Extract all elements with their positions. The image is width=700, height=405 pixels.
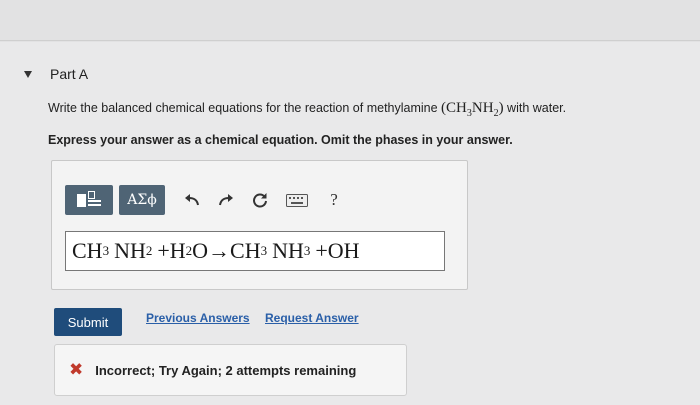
templates-button[interactable] — [65, 185, 113, 215]
collapse-caret-icon[interactable] — [24, 70, 32, 78]
question-text: Write the balanced chemical equations fo… — [48, 100, 566, 119]
equation-toolbar: ΑΣϕ ? — [65, 183, 351, 217]
formula-part: NH — [471, 100, 494, 116]
equation-text: NH — [114, 238, 146, 263]
reset-button[interactable] — [243, 185, 277, 215]
redo-icon — [219, 194, 233, 206]
equation-text: O→CH — [192, 238, 261, 263]
methylamine-formula: (CH3NH2) — [441, 100, 504, 119]
redo-button[interactable] — [209, 185, 243, 215]
top-band — [0, 0, 700, 42]
submit-button[interactable]: Submit — [54, 308, 122, 336]
previous-answers-link[interactable]: Previous Answers — [146, 311, 250, 325]
answer-panel: ΑΣϕ ? CH 3 NH 2 +H 2 O→CH 3 NH 3 +OH — [51, 160, 468, 290]
equation-subscript: 3 — [303, 243, 311, 258]
keyboard-button[interactable] — [277, 185, 317, 215]
reset-icon — [253, 193, 267, 208]
symbols-button[interactable]: ΑΣϕ — [119, 185, 165, 215]
answer-instruction: Express your answer as a chemical equati… — [48, 133, 513, 147]
help-button[interactable]: ? — [317, 185, 351, 215]
equation-subscript: 3 — [102, 243, 110, 258]
question-prefix: Write the balanced chemical equations fo… — [48, 101, 442, 115]
undo-button[interactable] — [175, 185, 209, 215]
incorrect-x-icon: ✖ — [69, 360, 84, 380]
question-suffix: with water. — [503, 101, 567, 115]
keyboard-icon — [286, 193, 308, 207]
undo-icon — [185, 194, 199, 206]
divider — [0, 40, 700, 41]
part-header[interactable]: Part A — [24, 66, 88, 82]
equation-text: NH — [272, 238, 304, 263]
equation-text: +OH — [315, 238, 360, 263]
formula-part: (CH — [441, 100, 467, 116]
equation-text: CH — [72, 238, 103, 263]
request-answer-link[interactable]: Request Answer — [265, 311, 359, 325]
equation-subscript: 2 — [145, 243, 153, 258]
help-icon: ? — [330, 190, 338, 209]
part-title: Part A — [50, 66, 89, 82]
equation-subscript: 3 — [260, 243, 268, 258]
equation-text: +H — [157, 238, 186, 263]
feedback-text: Incorrect; Try Again; 2 attempts remaini… — [95, 362, 357, 378]
feedback-banner: ✖ Incorrect; Try Again; 2 attempts remai… — [54, 344, 407, 396]
answer-input[interactable]: CH 3 NH 2 +H 2 O→CH 3 NH 3 +OH — [65, 231, 445, 271]
